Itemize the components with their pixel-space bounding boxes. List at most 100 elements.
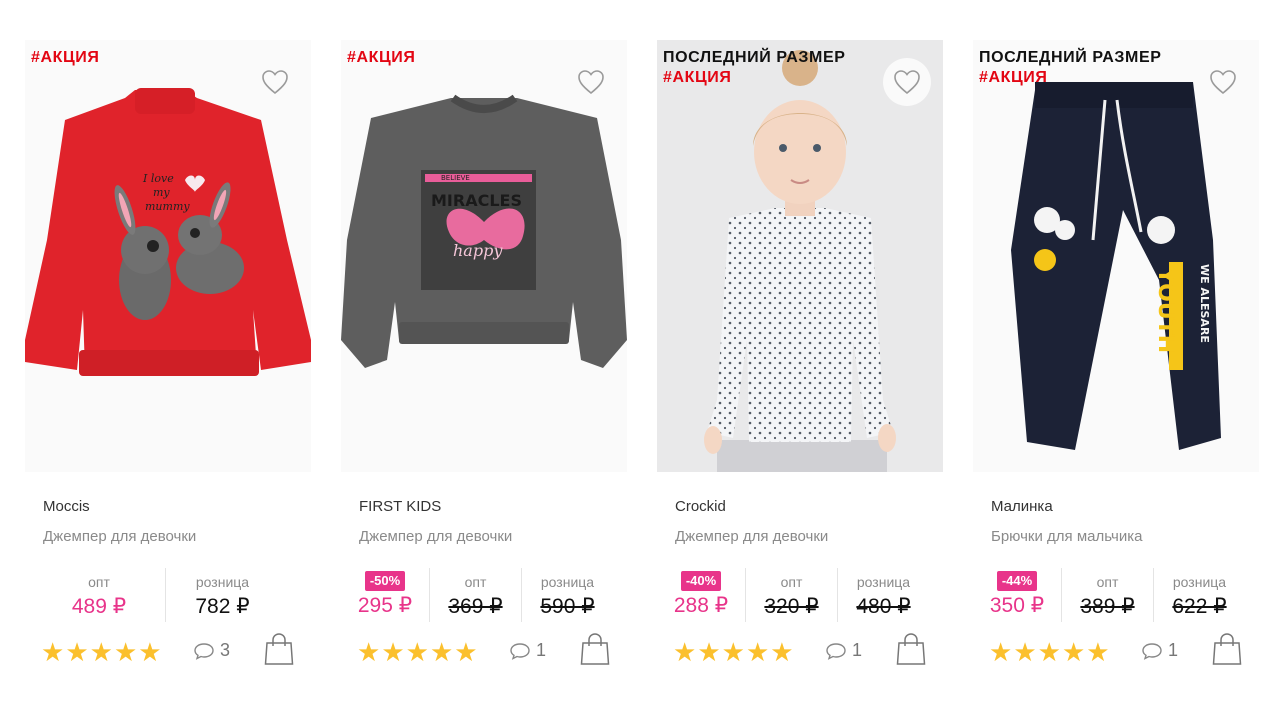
price-block: -50% 295 ₽ опт 369 ₽ розница 590 ₽ [341, 568, 627, 622]
reviews-link[interactable]: 1 [825, 640, 862, 661]
retail-price: 622 ₽ [1172, 595, 1227, 618]
star-icon: ★ [381, 637, 405, 667]
promo-badge: #АКЦИЯ [979, 69, 1048, 86]
product-brand[interactable]: Crockid [675, 498, 726, 515]
star-icon: ★ [745, 637, 770, 667]
opt-price: 369 ₽ [448, 595, 503, 618]
rating-stars: ★ ★ ★ ★ ★ [41, 639, 162, 665]
reviews-link[interactable]: 3 [193, 640, 230, 661]
star-icon: ★ [697, 637, 721, 667]
reviews-count: 3 [220, 640, 231, 660]
product-type: Джемпер для девочки [359, 528, 513, 545]
product-badges: ПОСЛЕДНИЙ РАЗМЕР #АКЦИЯ [979, 48, 1162, 88]
price-block: -44% 350 ₽ опт 389 ₽ розница 622 ₽ [973, 568, 1259, 622]
price-block: опт 489 ₽ розница 782 ₽ [25, 568, 311, 622]
star-icon: ★ [1086, 637, 1110, 667]
product-badges: #АКЦИЯ [31, 48, 100, 68]
reviews-count: 1 [852, 640, 863, 660]
sale-price-column: -44% 350 ₽ [973, 568, 1061, 622]
product-card[interactable]: WE ALESARE YOUTH ПОСЛЕДНИЙ РАЗМЕР #АКЦИЯ… [973, 40, 1259, 680]
favorite-button[interactable] [567, 58, 615, 106]
comment-icon [826, 642, 846, 660]
svg-text:I love: I love [142, 172, 174, 185]
svg-text:MIRACLES: MIRACLES [431, 191, 522, 210]
retail-price-column: розница 622 ₽ [1153, 568, 1245, 622]
star-icon: ★ [1013, 637, 1037, 667]
promo-badge: #АКЦИЯ [347, 49, 416, 66]
retail-label: розница [540, 574, 595, 590]
retail-price-column: розница 480 ₽ [837, 568, 929, 622]
svg-text:mummy: mummy [145, 200, 190, 213]
reviews-link[interactable]: 1 [509, 640, 546, 661]
product-type: Брючки для мальчика [991, 528, 1143, 545]
product-brand[interactable]: Moccis [43, 498, 90, 515]
rating-stars: ★ ★ ★ ★ ★ [989, 639, 1110, 665]
retail-label: розница [195, 574, 250, 590]
shopping-bag-icon[interactable] [579, 632, 611, 666]
shopping-bag-icon[interactable] [263, 632, 295, 666]
product-type: Джемпер для девочки [43, 528, 197, 545]
price-block: -40% 288 ₽ опт 320 ₽ розница 480 ₽ [657, 568, 943, 622]
star-icon: ★ [673, 637, 697, 667]
opt-price-column: опт 489 ₽ [43, 568, 155, 622]
star-icon: ★ [1061, 637, 1086, 667]
reviews-link[interactable]: 1 [1141, 640, 1178, 661]
svg-text:WE ALESARE: WE ALESARE [1198, 264, 1211, 343]
svg-text:BELIEVE: BELIEVE [441, 174, 470, 182]
retail-price-column: розница 590 ₽ [521, 568, 613, 622]
sale-price: 288 ₽ [673, 594, 729, 617]
shopping-bag-icon[interactable] [1211, 632, 1243, 666]
rating-stars: ★ ★ ★ ★ ★ [357, 639, 478, 665]
product-type: Джемпер для девочки [675, 528, 829, 545]
opt-price: 389 ₽ [1080, 595, 1135, 618]
retail-price: 480 ₽ [856, 595, 911, 618]
retail-price-column: розница 782 ₽ [165, 568, 279, 622]
opt-label: опт [88, 574, 110, 590]
product-grid: I love my mummy #АКЦИЯ Moccis Джемпер дл… [0, 0, 1280, 720]
favorite-button[interactable] [883, 58, 931, 106]
reviews-count: 1 [536, 640, 547, 660]
product-brand[interactable]: Малинка [991, 498, 1053, 515]
svg-text:YOUTH: YOUTH [1153, 267, 1178, 353]
shopping-bag-icon[interactable] [895, 632, 927, 666]
opt-price: 320 ₽ [764, 595, 819, 618]
last-size-badge: ПОСЛЕДНИЙ РАЗМЕР [663, 49, 846, 66]
svg-text:my: my [153, 186, 170, 199]
product-card[interactable]: ПОСЛЕДНИЙ РАЗМЕР #АКЦИЯ Crockid Джемпер … [657, 40, 943, 680]
product-card[interactable]: I love my mummy #АКЦИЯ Moccis Джемпер дл… [25, 40, 311, 680]
svg-text:happy: happy [453, 241, 503, 260]
star-icon: ★ [41, 637, 65, 667]
retail-label: розница [856, 574, 911, 590]
favorite-button[interactable] [1199, 58, 1247, 106]
opt-label: опт [780, 574, 803, 590]
opt-price: 489 ₽ [71, 595, 127, 618]
product-card[interactable]: BELIEVE MIRACLES happy #АКЦИЯ FIRST KIDS… [341, 40, 627, 680]
heart-icon [894, 70, 920, 95]
sale-price: 295 ₽ [357, 594, 413, 617]
star-icon: ★ [405, 637, 429, 667]
reviews-count: 1 [1168, 640, 1179, 660]
star-icon: ★ [429, 637, 454, 667]
sale-price: 350 ₽ [989, 594, 1045, 617]
star-icon: ★ [357, 637, 381, 667]
retail-price: 590 ₽ [540, 595, 595, 618]
product-badges: #АКЦИЯ [347, 48, 416, 68]
rating-stars: ★ ★ ★ ★ ★ [673, 639, 794, 665]
heart-icon [1210, 70, 1236, 95]
product-badges: ПОСЛЕДНИЙ РАЗМЕР #АКЦИЯ [663, 48, 846, 88]
discount-badge: -50% [364, 571, 406, 591]
star-icon: ★ [989, 637, 1013, 667]
star-icon: ★ [113, 637, 138, 667]
discount-badge: -44% [996, 571, 1038, 591]
sale-price-column: -50% 295 ₽ [341, 568, 429, 622]
opt-price-column: опт 320 ₽ [745, 568, 837, 622]
heart-icon [578, 70, 604, 95]
star-icon: ★ [138, 637, 162, 667]
favorite-button[interactable] [251, 58, 299, 106]
retail-price: 782 ₽ [195, 595, 250, 618]
product-brand[interactable]: FIRST KIDS [359, 498, 441, 515]
retail-label: розница [1172, 574, 1227, 590]
opt-label: опт [464, 574, 487, 590]
sale-price-column: -40% 288 ₽ [657, 568, 745, 622]
star-icon: ★ [1037, 637, 1061, 667]
